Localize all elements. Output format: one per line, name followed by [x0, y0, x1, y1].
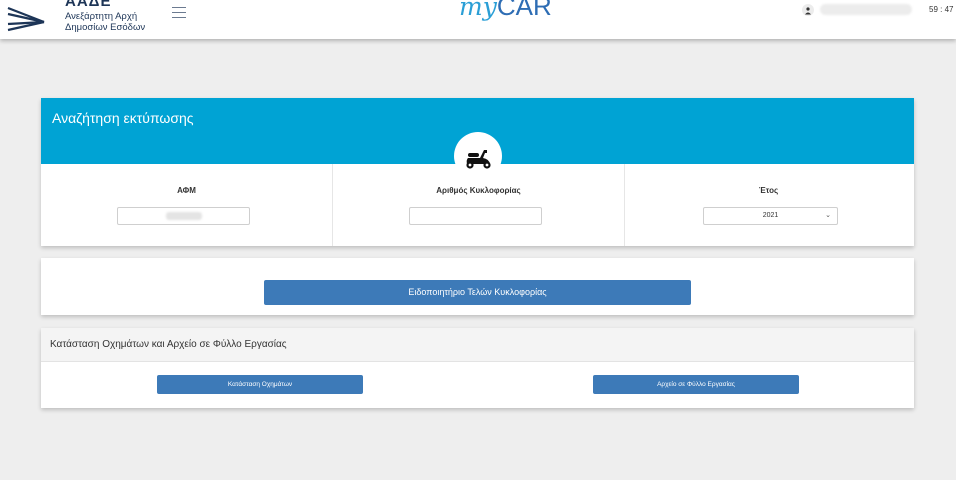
vehicle-status-button[interactable]: Κατάσταση Οχημάτων [157, 375, 363, 394]
spreadsheet-export-button[interactable]: Αρχείο σε Φύλλο Εργασίας [593, 375, 799, 394]
brand-car: CAR [496, 0, 552, 21]
year-select[interactable]: 2021 ⌄ [703, 207, 838, 225]
afm-column: ΑΦΜ [41, 164, 332, 246]
search-card: Αναζήτηση εκτύπωσης ΑΦΜ Αριθμός Κυκλοφορ… [41, 98, 914, 246]
scooter-icon [466, 150, 491, 169]
afm-value-redacted [166, 212, 202, 220]
menu-icon[interactable] [172, 7, 186, 19]
user-icon[interactable] [802, 4, 814, 16]
org-short-name: ΑΑΔΕ [65, 0, 112, 10]
vehicle-type-badge [454, 132, 502, 180]
top-header: ΑΑΔΕ Ανεξάρτητη Αρχή Δημοσίων Εσόδων myC… [0, 0, 956, 39]
session-timer: 59 : 47 [929, 5, 954, 14]
search-title: Αναζήτηση εκτύπωσης [52, 110, 194, 126]
brand-my: my [459, 0, 497, 21]
vehicle-status-title: Κατάσταση Οχημάτων και Αρχείο σε Φύλλο Ε… [50, 339, 287, 350]
vehicle-status-header: Κατάσταση Οχημάτων και Αρχείο σε Φύλλο Ε… [41, 328, 914, 362]
org-full-name-line2: Δημοσίων Εσόδων [65, 22, 146, 33]
plate-label: Αριθμός Κυκλοφορίας [436, 186, 521, 195]
traffic-fee-notice-button[interactable]: Ειδοποιητήριο Τελών Κυκλοφορίας [264, 280, 691, 305]
mycar-logo[interactable]: myCAR [459, 0, 552, 22]
year-label: Έτος [758, 186, 779, 195]
chevron-down-icon: ⌄ [825, 212, 831, 219]
plate-number-input[interactable] [409, 207, 542, 225]
afm-label: ΑΦΜ [177, 186, 196, 195]
vehicle-status-card: Κατάσταση Οχημάτων και Αρχείο σε Φύλλο Ε… [41, 328, 914, 408]
org-full-name-line1: Ανεξάρτητη Αρχή [65, 11, 138, 22]
user-name-redacted[interactable] [820, 4, 912, 15]
notice-card: Ειδοποιητήριο Τελών Κυκλοφορίας [41, 258, 914, 315]
year-column: Έτος 2021 ⌄ [623, 164, 914, 246]
aade-logo-icon [7, 6, 45, 32]
year-selected-value: 2021 [762, 212, 779, 219]
afm-input[interactable] [117, 207, 250, 225]
